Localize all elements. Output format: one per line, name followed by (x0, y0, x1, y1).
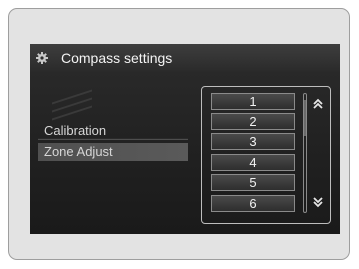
gear-icon (36, 52, 48, 64)
page-title: Compass settings (61, 50, 173, 66)
zone-option-2[interactable]: 2 (211, 113, 295, 130)
zone-option-1[interactable]: 1 (211, 93, 295, 110)
menu-item-calibration[interactable]: Calibration (38, 122, 188, 140)
zone-option-4[interactable]: 4 (211, 154, 295, 171)
zone-option-5[interactable]: 5 (211, 174, 295, 191)
menu-item-zone-adjust[interactable]: Zone Adjust (38, 143, 188, 161)
scrollbar-thumb[interactable] (304, 100, 306, 136)
background-decoration (52, 89, 92, 105)
zone-option-3[interactable]: 3 (211, 133, 295, 150)
zone-option-6[interactable]: 6 (211, 195, 295, 212)
zone-list: 1 2 3 4 5 6 (201, 86, 331, 224)
double-chevron-up-icon[interactable] (311, 97, 325, 111)
scrollbar[interactable] (303, 93, 307, 213)
title-bar: Compass settings (30, 44, 340, 72)
compass-settings-screen: Compass settings Calibration Zone Adjust… (30, 44, 340, 234)
double-chevron-down-icon[interactable] (311, 195, 325, 209)
